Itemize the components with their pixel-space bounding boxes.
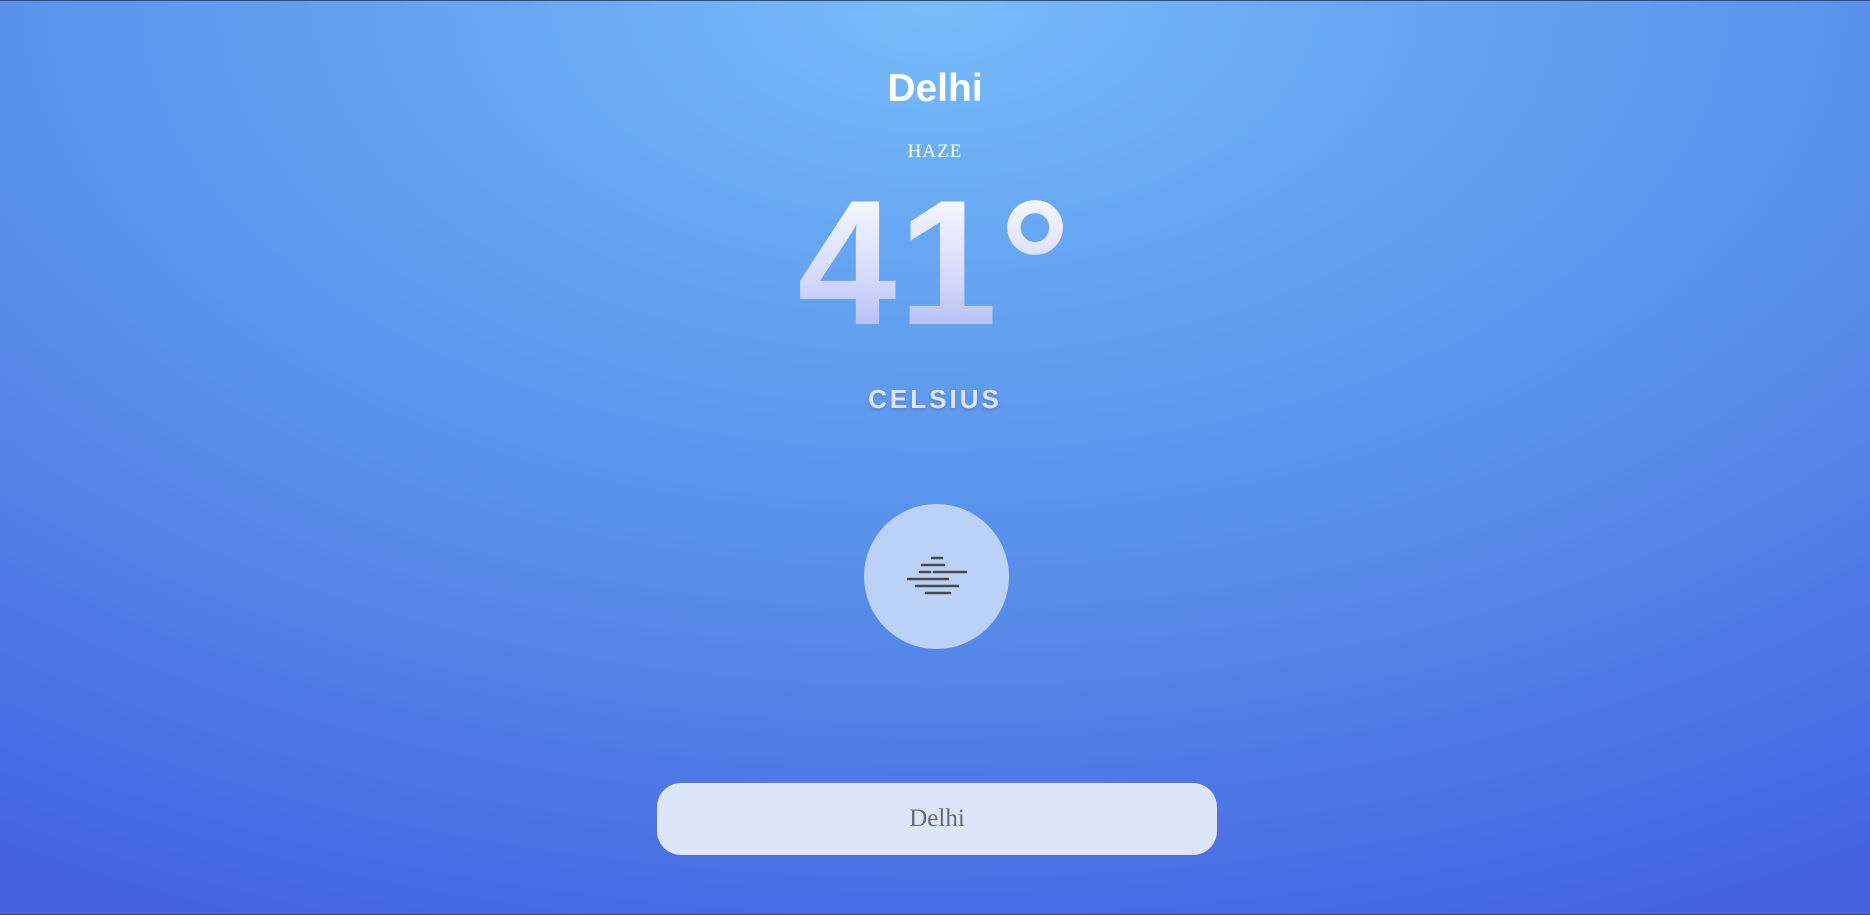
city-name: Delhi [887,67,983,110]
weather-condition: HAZE [907,141,963,162]
city-search [657,783,1217,855]
city-search-input[interactable] [657,783,1217,855]
window-top-border [0,0,1870,1]
haze-icon [906,556,967,594]
weather-icon-badge [864,504,1009,649]
temperature-unit: CELSIUS [868,384,1002,414]
temperature-value: 41° [0,168,1870,358]
